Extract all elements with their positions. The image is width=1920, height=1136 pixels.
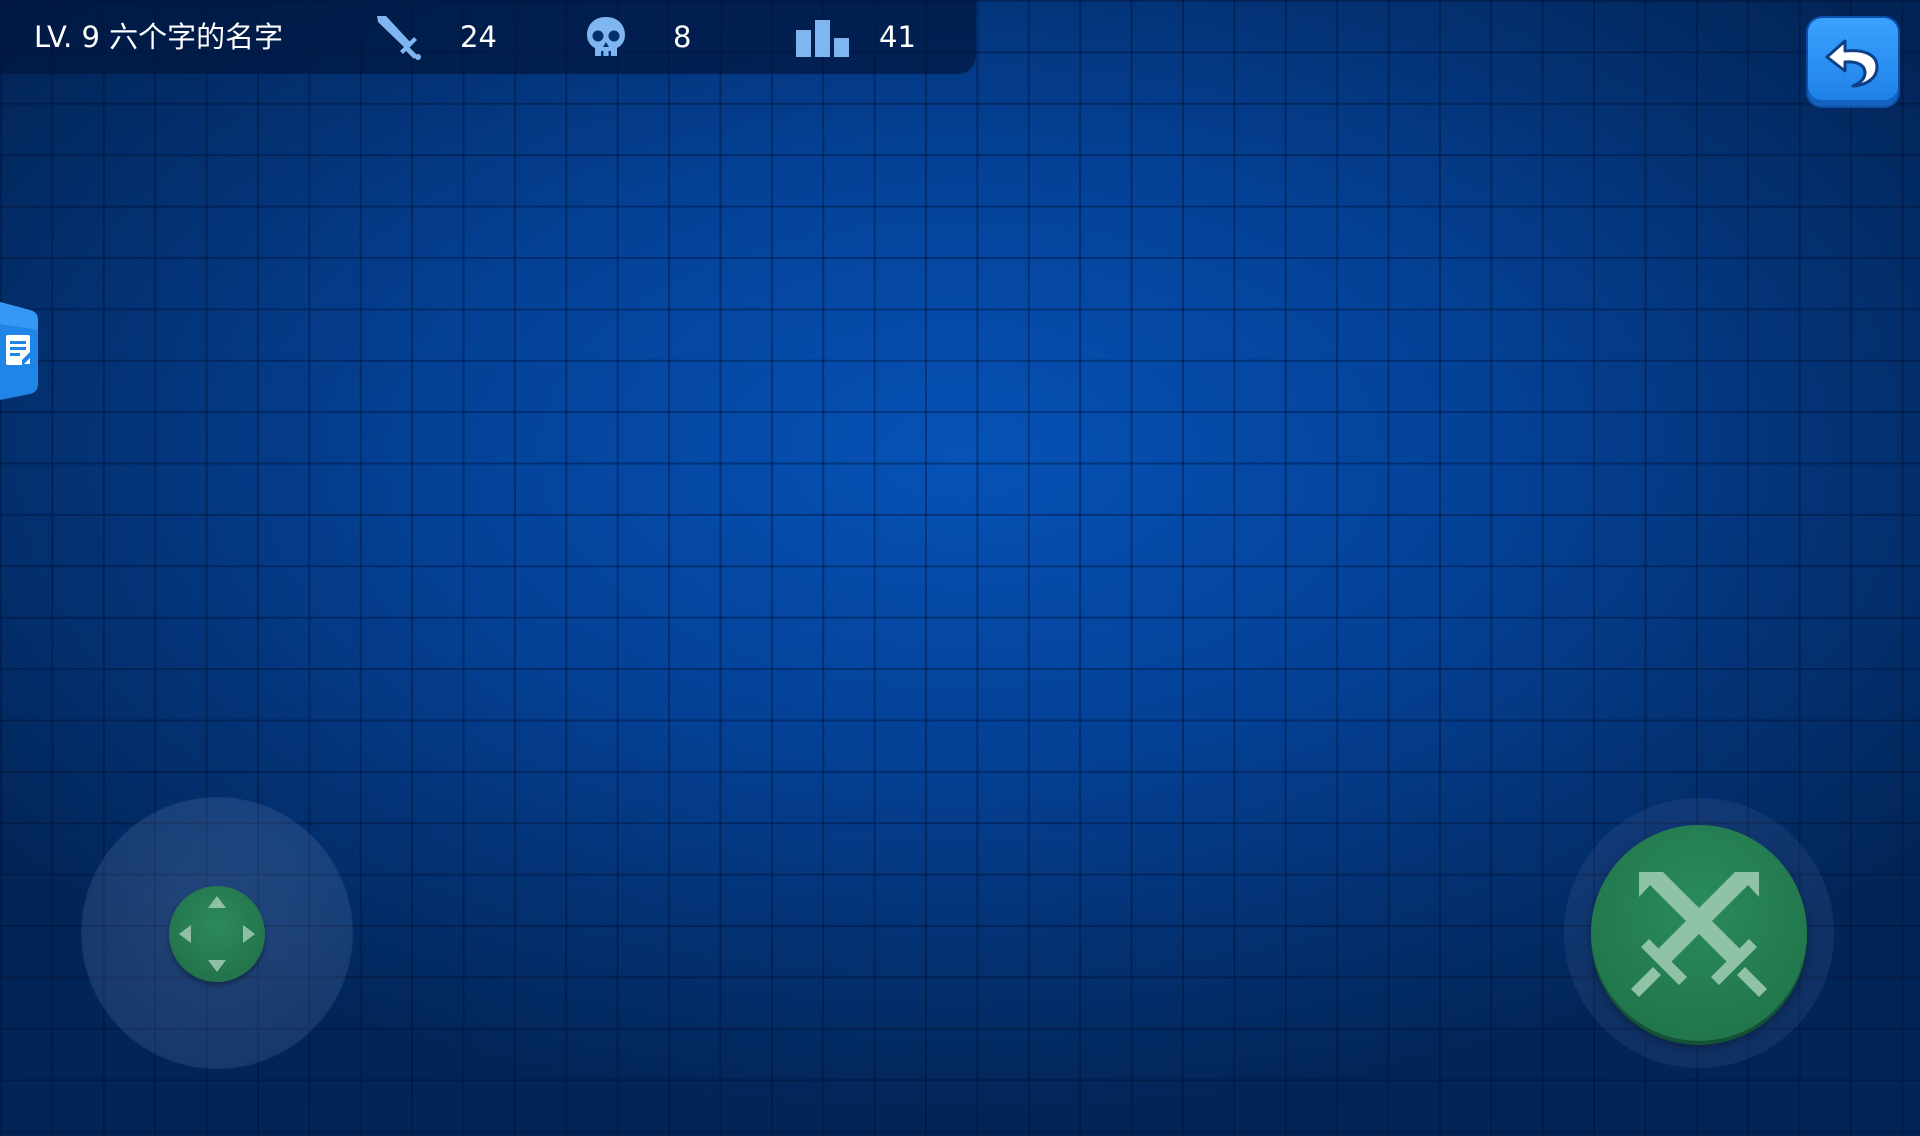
return-arrow-icon [1825, 39, 1879, 88]
stats-bar: LV. 9 六个字的名字 24 8 41 [0, 0, 976, 74]
kills-count: 24 [460, 20, 497, 54]
skull-icon [583, 14, 629, 64]
attack-button[interactable] [1591, 825, 1807, 1041]
game-stage[interactable]: LV. 9 六个字的名字 24 8 41 [0, 0, 1920, 1136]
dpad-arrows-icon [179, 896, 255, 972]
joystick-knob[interactable] [169, 886, 265, 982]
back-button[interactable] [1808, 18, 1898, 106]
deaths-count: 8 [673, 20, 692, 54]
player-level-name: LV. 9 六个字的名字 [34, 20, 284, 54]
leaderboard-bars-icon [795, 18, 851, 62]
rank-value: 41 [879, 20, 916, 54]
crossed-swords-icon [1631, 872, 1767, 997]
side-panel-tab[interactable] [0, 300, 40, 402]
notes-icon [6, 335, 30, 365]
sword-icon [374, 14, 424, 66]
